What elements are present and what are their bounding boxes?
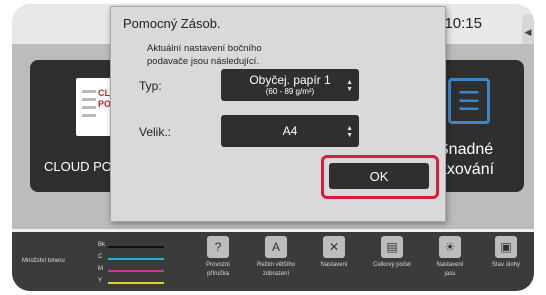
tools-icon: ✕ [323, 236, 345, 258]
dialog-message: Aktuální nastavení bočního podavače jsou… [147, 43, 262, 67]
paper-size-label: Velik.: [139, 125, 172, 139]
brightness-icon: ☀ [439, 236, 461, 258]
counter-icon: ▤ [381, 236, 403, 258]
clock: 10:15 [444, 15, 482, 32]
toner-indicator[interactable]: Množství toneru Bk C M Y [22, 240, 172, 286]
shortcut-bar: Množství toneru Bk C M Y ? Provozní přír… [12, 232, 534, 291]
shortcut-operation-guide[interactable]: ? Provozní příručka [190, 234, 246, 290]
select-arrows-icon: ▲ ▼ [346, 79, 353, 93]
bypass-tray-dialog: Pomocný Zásob. Aktuální nastavení bočníh… [110, 6, 446, 222]
shortcut-large-display[interactable]: A Režim většího zobrazení [248, 234, 304, 290]
shortcut-job-status[interactable]: ▣ Stav úlohy [478, 234, 534, 290]
toner-row-bk: Bk [98, 242, 168, 251]
toner-label: Množství toneru [22, 258, 65, 264]
manual-icon: ? [207, 236, 229, 258]
toner-row-c: C [98, 254, 168, 263]
paper-size-value: A4 [282, 124, 298, 138]
toner-row-y: Y [98, 278, 168, 287]
paper-size-select[interactable]: A4 ▲ ▼ [221, 115, 359, 147]
shortcut-total-count[interactable]: ▤ Celkový počet [364, 234, 420, 290]
dialog-title: Pomocný Zásob. [123, 16, 221, 31]
fax-icon: ☰ [448, 78, 490, 124]
chevron-left-icon: ◀ [524, 26, 532, 37]
paper-type-value: Obyčej. papír 1 [249, 73, 331, 87]
select-arrows-icon: ▲ ▼ [346, 125, 353, 139]
shortcut-brightness[interactable]: ☀ Nastavení jasu [422, 234, 478, 290]
paper-type-weight: (60 - 89 g/m²) [265, 87, 315, 96]
large-text-icon: A [265, 236, 287, 258]
ok-button[interactable]: OK [329, 163, 429, 189]
job-status-icon: ▣ [495, 236, 517, 258]
shortcut-settings[interactable]: ✕ Nastavení [306, 234, 362, 290]
paper-type-select[interactable]: Obyčej. papír 1 (60 - 89 g/m²) ▲ ▼ [221, 69, 359, 101]
paper-type-label: Typ: [139, 79, 162, 93]
tile-easy-fax-label: Snadné axování [438, 141, 495, 178]
toner-row-m: M [98, 266, 168, 275]
